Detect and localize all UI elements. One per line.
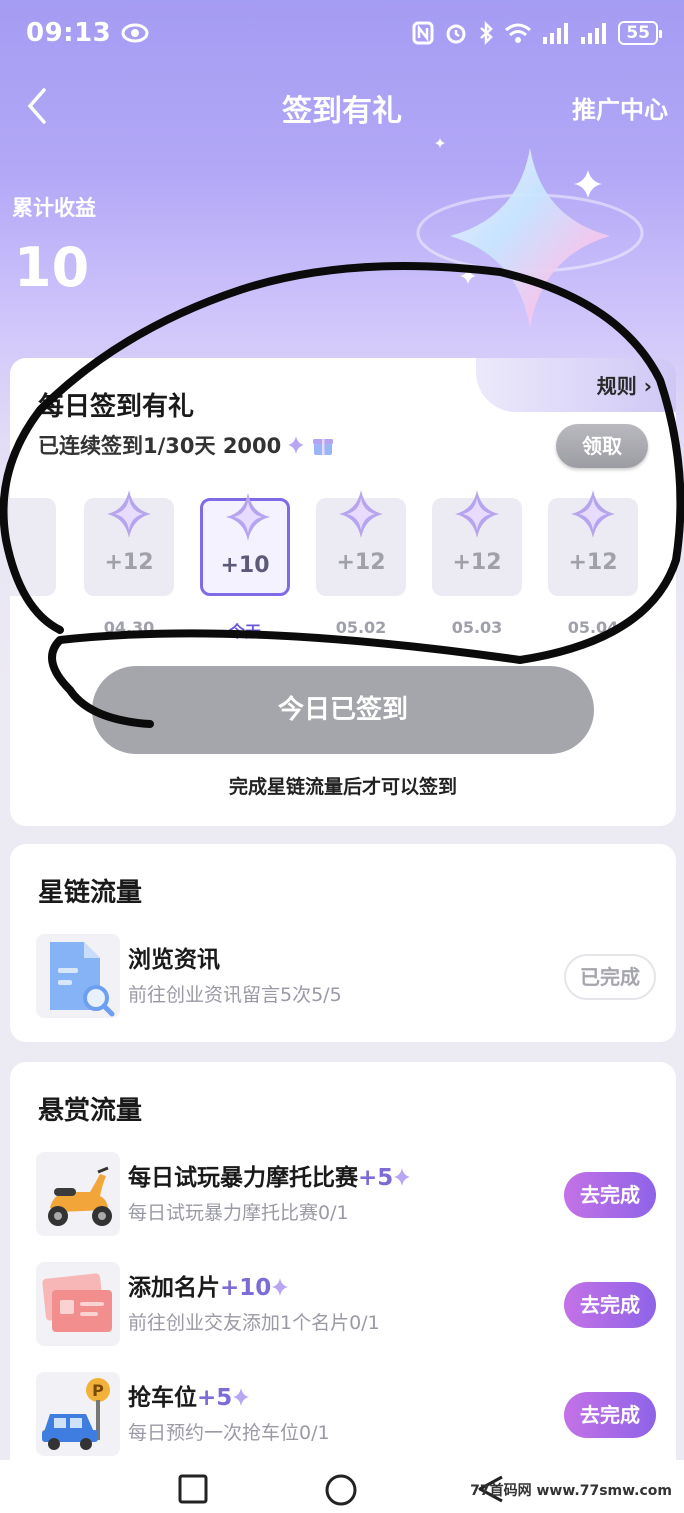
day-partial [10, 498, 56, 596]
day-date: 今天 [228, 622, 261, 641]
star-icon [288, 436, 305, 454]
section-title: 星链流量 [38, 878, 143, 908]
star-icon [226, 493, 270, 541]
clock: 09:13 [26, 18, 112, 48]
claim-button[interactable]: 领取 [556, 424, 648, 468]
day-date: 05.04 [567, 618, 619, 637]
wifi-icon [505, 23, 532, 43]
star-icon [272, 1278, 289, 1296]
motorcycle-icon [36, 1152, 120, 1236]
go-complete-button[interactable]: 去完成 [564, 1172, 656, 1218]
rules-label: 规则 [596, 374, 637, 398]
task-title: 添加名片+10 [128, 1268, 289, 1302]
daily-sign-card: 规则 › 每日签到有礼 已连续签到1/30天 2000 领取 +12 04.30… [10, 358, 676, 826]
day-item-today: +10 今天 [200, 493, 290, 642]
task-title-text: 抢车位 [128, 1385, 197, 1411]
promotion-center-link[interactable]: 推广中心 [572, 90, 668, 125]
chevron-right-icon: › [643, 374, 652, 398]
earnings-value: 10 [14, 236, 90, 299]
star-icon [455, 490, 499, 538]
task-row: 每日试玩暴力摩托比赛+5 每日试玩暴力摩托比赛0/1 去完成 [36, 1152, 656, 1236]
day-item: +12 04.30 [84, 490, 174, 637]
bounty-card: 悬赏流量 每日试玩暴力摩托比赛+5 每日试玩暴力摩托比赛0/1 去完成 添加名片… [10, 1062, 676, 1462]
watermark: 77首码网 www.77smw.com [470, 1483, 672, 1499]
business-card-icon [36, 1262, 120, 1346]
gift-icon [313, 439, 334, 455]
task-reward: +5 [197, 1385, 233, 1411]
day-reward: +12 [452, 550, 502, 575]
task-title: 抢车位+5 [128, 1378, 250, 1412]
day-date: 05.02 [335, 618, 387, 637]
recents-square-icon[interactable] [178, 1474, 208, 1504]
streak-text: 已连续签到1/30天 2000 [38, 434, 282, 458]
sign-note: 完成星链流量后才可以签到 [228, 776, 457, 798]
star-icon [339, 490, 383, 538]
star-icon [571, 490, 615, 538]
day-date: 04.30 [103, 618, 155, 637]
eye-icon [121, 23, 149, 43]
status-bar: 09:13 55 [0, 0, 684, 66]
task-description: 每日预约一次抢车位0/1 [128, 1422, 330, 1444]
nfc-icon [412, 21, 434, 45]
go-complete-button[interactable]: 去完成 [564, 1392, 656, 1438]
day-reward: +12 [104, 550, 154, 575]
star-icon [394, 1168, 411, 1186]
task-title: 浏览资讯 [128, 947, 220, 973]
go-complete-button[interactable]: 去完成 [564, 1282, 656, 1328]
completed-button[interactable]: 已完成 [564, 954, 656, 1000]
day-reward: +12 [568, 550, 618, 575]
home-circle-icon[interactable] [325, 1474, 357, 1506]
earnings-label: 累计收益 [12, 196, 96, 220]
day-reward: +12 [336, 550, 386, 575]
day-item: +12 05.02 [316, 490, 406, 637]
signed-today-button[interactable]: 今日已签到 [92, 666, 594, 754]
signal-icon-2 [581, 23, 607, 44]
nav-bar: 签到有礼 推广中心 [0, 78, 684, 132]
task-reward: +5 [358, 1165, 394, 1191]
day-reward: +10 [220, 553, 270, 578]
bluetooth-icon [480, 21, 494, 45]
task-description: 前往创业资讯留言5次5/5 [128, 984, 342, 1006]
streak-info: 已连续签到1/30天 2000 [38, 430, 335, 460]
signal-icon [543, 23, 569, 44]
alarm-icon [446, 24, 466, 44]
task-title: 每日试玩暴力摩托比赛+5 [128, 1158, 411, 1192]
task-title-text: 添加名片 [128, 1275, 220, 1301]
sparkle-star-illustration [416, 138, 644, 328]
day-strip: +12 04.30 +10 今天 +12 05.02 +12 05.03 +12… [10, 490, 676, 641]
rules-link[interactable]: 规则 › [476, 358, 676, 412]
task-reward: +10 [220, 1275, 272, 1301]
system-navigation-bar: 77首码网 www.77smw.com [0, 1460, 684, 1513]
document-search-icon [36, 934, 120, 1018]
task-row: P 抢车位+5 每日预约一次抢车位0/1 去完成 [36, 1372, 656, 1456]
star-icon [107, 490, 151, 538]
section-title: 悬赏流量 [38, 1096, 143, 1126]
starlink-card: 星链流量 浏览资讯 前往创业资讯留言5次5/5 已完成 [10, 844, 676, 1042]
sign-card-title: 每日签到有礼 [38, 392, 195, 422]
battery-indicator: 55 [618, 21, 662, 45]
task-row: 浏览资讯 前往创业资讯留言5次5/5 已完成 [36, 934, 656, 1018]
day-item: +12 05.04 [548, 490, 638, 637]
task-description: 前往创业交友添加1个名片0/1 [128, 1312, 380, 1334]
parking-car-icon: P [36, 1372, 120, 1456]
star-icon [233, 1388, 250, 1406]
task-row: 添加名片+10 前往创业交友添加1个名片0/1 去完成 [36, 1262, 656, 1346]
svg-text:P: P [92, 1381, 104, 1400]
day-item: +12 05.03 [432, 490, 522, 637]
day-date: 05.03 [451, 618, 503, 637]
task-title-text: 每日试玩暴力摩托比赛 [128, 1165, 358, 1191]
task-description: 每日试玩暴力摩托比赛0/1 [128, 1202, 349, 1224]
